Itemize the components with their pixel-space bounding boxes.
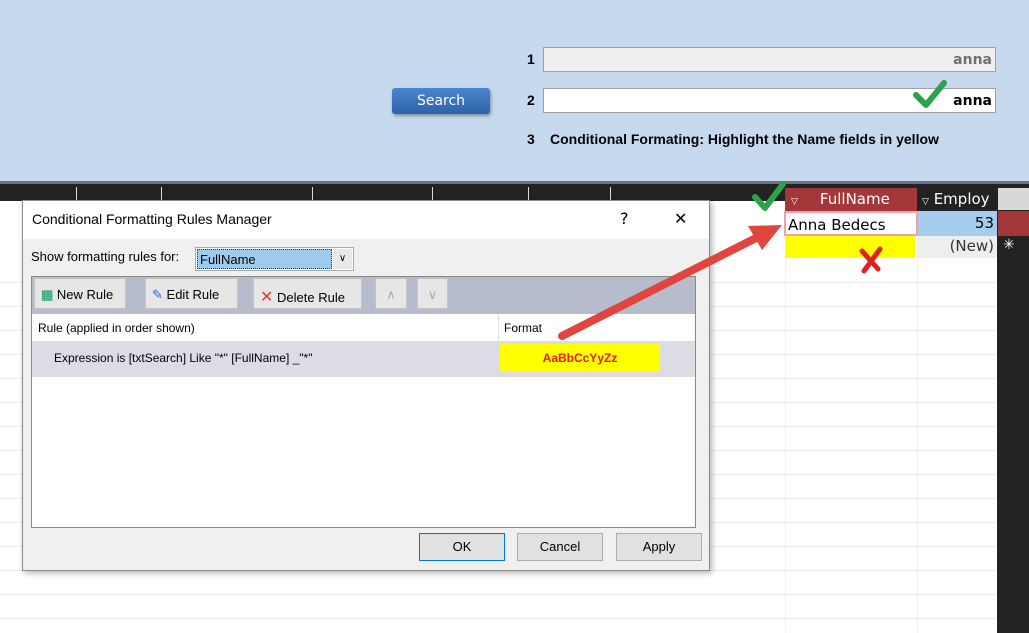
- cross-icon: [859, 246, 883, 274]
- check-icon: [752, 181, 786, 211]
- annotation-arrow: [558, 225, 782, 340]
- annotation-overlay: [558, 80, 947, 340]
- check-icon: [913, 80, 947, 108]
